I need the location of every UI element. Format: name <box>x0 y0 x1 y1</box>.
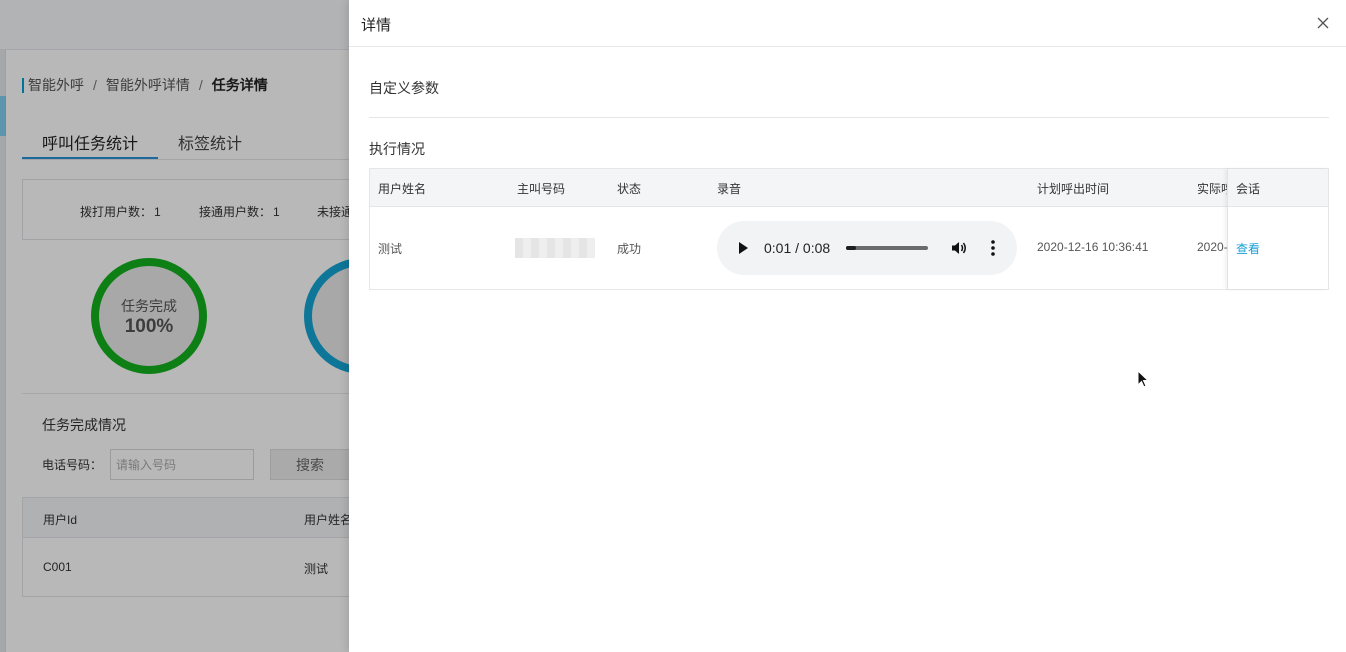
session-column: 会话 查看 <box>1227 169 1328 289</box>
table-row: 测试 成功 0:01 / 0:08 2020-12-16 10:36:41 <box>370 207 1328 289</box>
volume-button[interactable] <box>950 239 968 257</box>
cell-planned-time: 2020-12-16 10:36:41 <box>1037 240 1149 254</box>
col-caller-number: 主叫号码 <box>517 182 566 196</box>
table-header: 用户姓名 主叫号码 状态 录音 计划呼出时间 <box>370 169 1328 207</box>
audio-progress-fill <box>846 246 857 250</box>
cell-status: 成功 <box>617 242 642 256</box>
audio-time: 0:01 / 0:08 <box>764 240 831 256</box>
more-vertical-icon <box>991 240 995 256</box>
execution-title: 执行情况 <box>369 141 425 157</box>
drawer-mask[interactable] <box>0 0 349 652</box>
col-recording: 录音 <box>717 182 742 196</box>
cell-user-name: 测试 <box>378 242 403 256</box>
actual-time-column: 实际呼 2020- <box>1197 169 1227 289</box>
view-session-link[interactable]: 查看 <box>1236 240 1260 257</box>
play-button[interactable] <box>736 240 750 256</box>
col-status: 状态 <box>617 182 642 196</box>
execution-table: 用户姓名 主叫号码 状态 录音 计划呼出时间 测试 成功 0:01 / 0:08 <box>369 168 1329 290</box>
col-actual-time: 实际呼 <box>1197 169 1227 207</box>
volume-icon <box>952 242 966 254</box>
cell-actual-time: 2020- <box>1197 240 1227 254</box>
col-planned-time: 计划呼出时间 <box>1037 182 1110 196</box>
audio-player: 0:01 / 0:08 <box>717 221 1017 275</box>
audio-progress-slider[interactable] <box>846 246 928 250</box>
custom-params-title: 自定义参数 <box>369 80 439 96</box>
play-icon <box>739 242 748 254</box>
close-button[interactable] <box>1315 15 1331 31</box>
col-session: 会话 <box>1228 169 1328 207</box>
mouse-cursor-icon <box>1137 370 1149 388</box>
masked-phone-number <box>515 238 595 258</box>
more-options-button[interactable] <box>983 238 1003 258</box>
col-user-name: 用户姓名 <box>378 182 427 196</box>
close-icon <box>1317 17 1329 29</box>
drawer-header: 详情 <box>349 0 1346 47</box>
detail-drawer: 详情 自定义参数 执行情况 用户姓名 主叫号码 状态 录音 计划呼出时间 测试 … <box>349 0 1346 652</box>
drawer-divider <box>369 117 1329 118</box>
drawer-title: 详情 <box>361 17 392 34</box>
